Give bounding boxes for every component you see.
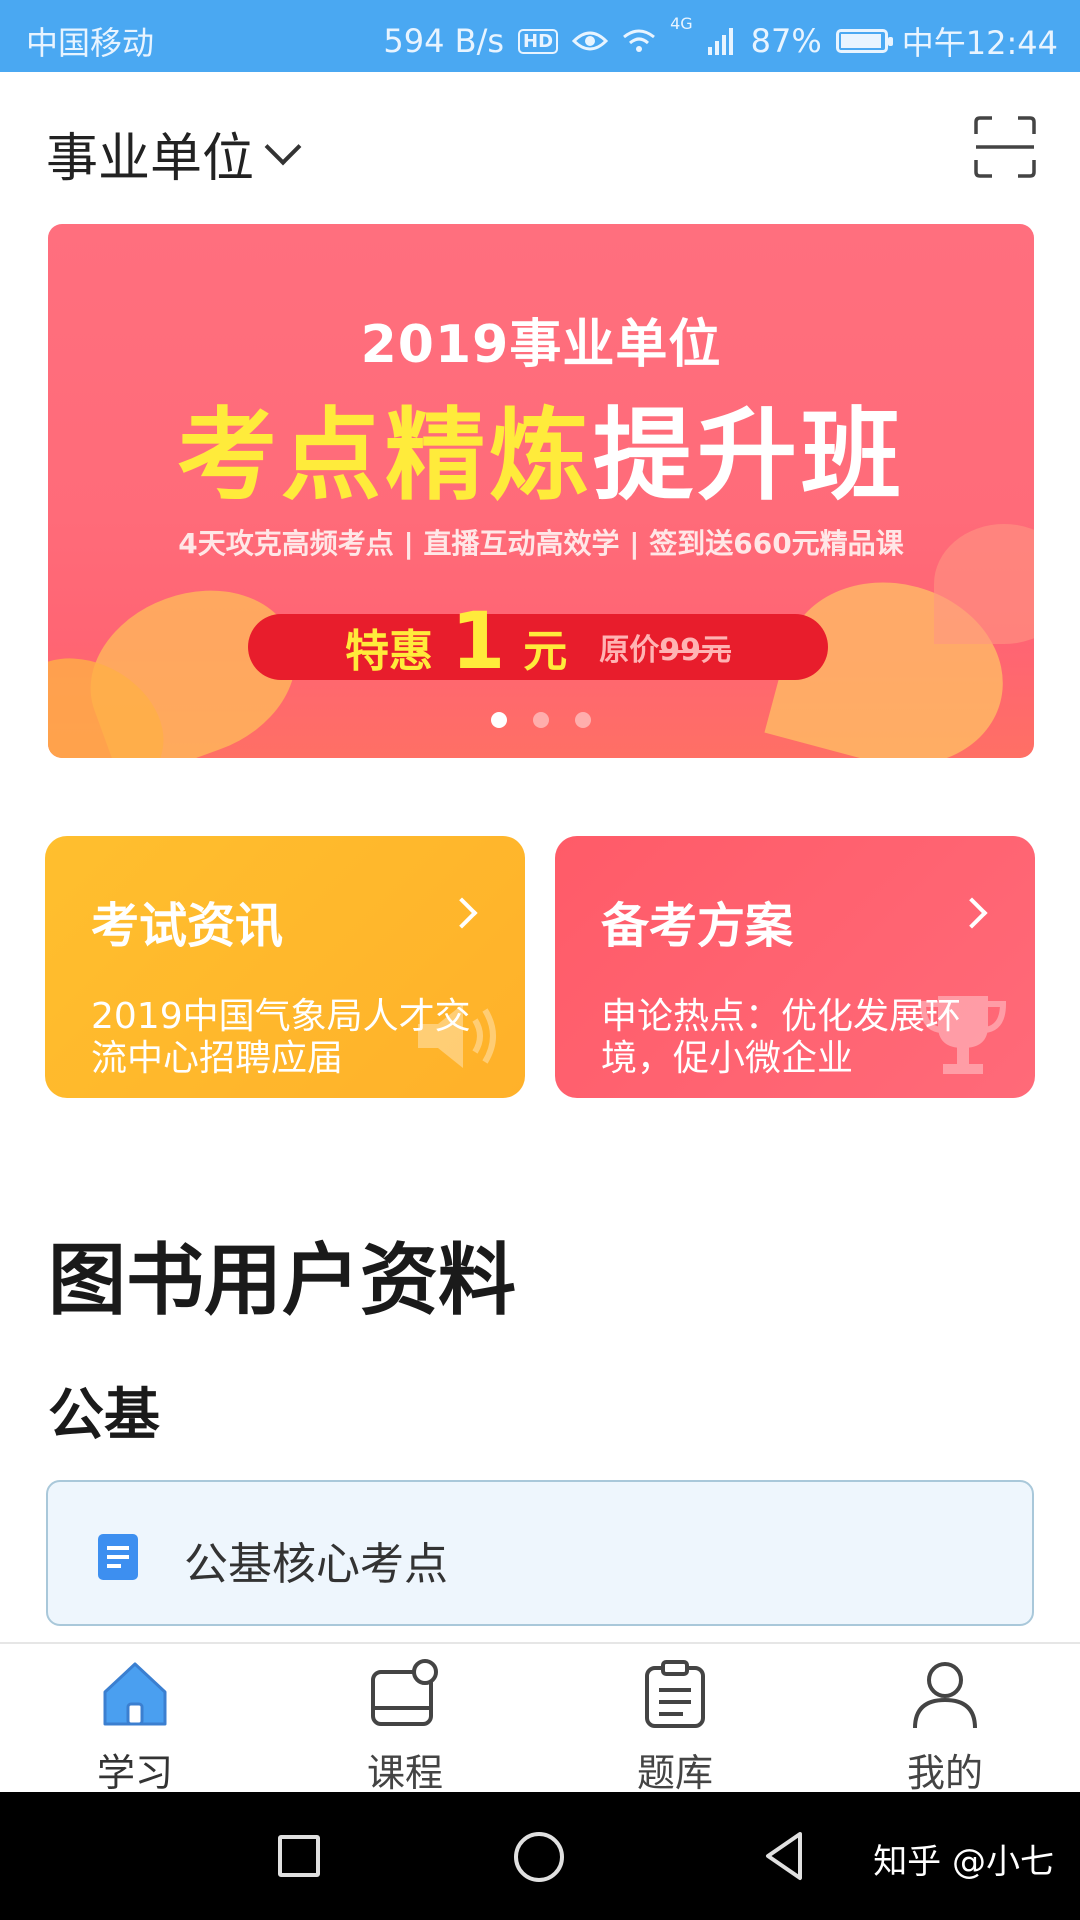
category-selector[interactable]: 事业单位 (46, 116, 302, 191)
course-icon (371, 1659, 438, 1726)
banner-headline-rest: 提升班 (593, 397, 905, 514)
tab-study[interactable]: 学习 (0, 1644, 270, 1795)
speaker-icon (418, 1004, 496, 1068)
exam-news-card[interactable]: 考试资讯 2019中国气象局人才交流中心招聘应届 (45, 836, 525, 1098)
clipboard-icon (645, 1660, 705, 1728)
clock: 中午12:44 (901, 24, 1058, 62)
banner-headline: 考点精炼提升班 (48, 374, 1034, 519)
chevron-right-icon (956, 897, 988, 929)
banner-subline: 4天攻克高频考点 | 直播互动高效学 | 签到送660元精品课 (178, 527, 904, 560)
price-prefix: 特惠 (344, 626, 433, 677)
tab-profile[interactable]: 我的 (810, 1644, 1080, 1795)
tab-courses[interactable]: 课程 (270, 1644, 540, 1795)
home-circle-icon[interactable] (514, 1832, 564, 1882)
person-icon (913, 1662, 977, 1729)
category-title: 事业单位 (46, 129, 255, 189)
chevron-right-icon (446, 897, 478, 929)
document-icon (98, 1534, 138, 1580)
chevron-down-icon (264, 128, 302, 165)
battery-percent: 87% (750, 22, 822, 60)
carousel-dot[interactable] (491, 712, 507, 728)
study-plan-card[interactable]: 备考方案 申论热点：优化发展环境，促小微企业 (555, 836, 1035, 1098)
price-value: 1 (450, 597, 506, 687)
system-nav-bar: 知乎 @小七 (0, 1792, 1080, 1920)
trophy-icon (919, 996, 1007, 1074)
back-icon[interactable] (756, 1826, 816, 1886)
wifi-icon (623, 29, 655, 52)
carrier-name: 中国移动 (26, 24, 155, 62)
signal-icon (707, 28, 733, 55)
status-bar: 中国移动 594 B/s HD 4G 87% 中午12:44 (0, 0, 1080, 72)
banner-price-pill: 特惠 1 元 原价99元 (248, 603, 828, 681)
status-icons: 594 B/s HD 4G 87% 中午12:44 (383, 14, 1058, 64)
tab-label: 题库 (636, 1751, 713, 1795)
section-title: 图书用户资料 (48, 1236, 517, 1326)
subsection-title: 公基 (48, 1383, 160, 1448)
carousel-dot[interactable] (533, 712, 549, 728)
original-price: 原价99元 (599, 625, 731, 669)
banner-headline-highlight: 考点精炼 (177, 397, 593, 514)
watermark-text: 知乎 @小七 (873, 1842, 1054, 1882)
carousel-indicator (48, 712, 1034, 728)
tab-label: 学习 (96, 1751, 173, 1795)
hd-icon: HD (518, 28, 559, 54)
home-icon (103, 1662, 167, 1726)
banner-year-line: 2019事业单位 (360, 315, 722, 375)
app-header: 事业单位 (0, 72, 1080, 222)
tab-question-bank[interactable]: 题库 (540, 1644, 810, 1795)
original-price-label: 原价 (599, 633, 660, 668)
list-item-label: 公基核心考点 (184, 1539, 448, 1590)
promo-banner[interactable]: 2019事业单位 考点精炼提升班 4天攻克高频考点 | 直播互动高效学 | 签到… (48, 224, 1034, 758)
price-unit: 元 (523, 626, 568, 677)
scan-icon[interactable] (974, 116, 1036, 178)
battery-icon (835, 29, 893, 53)
recent-apps-icon[interactable] (278, 1835, 320, 1877)
tab-label: 课程 (366, 1751, 443, 1795)
bottom-tab-bar: 学习 课程 题库 我的 (0, 1642, 1080, 1795)
network-type-icon: 4G (670, 14, 693, 33)
list-item[interactable]: 公基核心考点 (46, 1480, 1034, 1626)
net-speed: 594 B/s (383, 22, 505, 60)
eye-icon (572, 31, 609, 51)
carousel-dot[interactable] (575, 712, 591, 728)
tab-label: 我的 (906, 1751, 983, 1795)
card-title: 考试资讯 (91, 898, 284, 954)
original-price-value: 99元 (659, 633, 732, 668)
card-title: 备考方案 (601, 898, 794, 954)
